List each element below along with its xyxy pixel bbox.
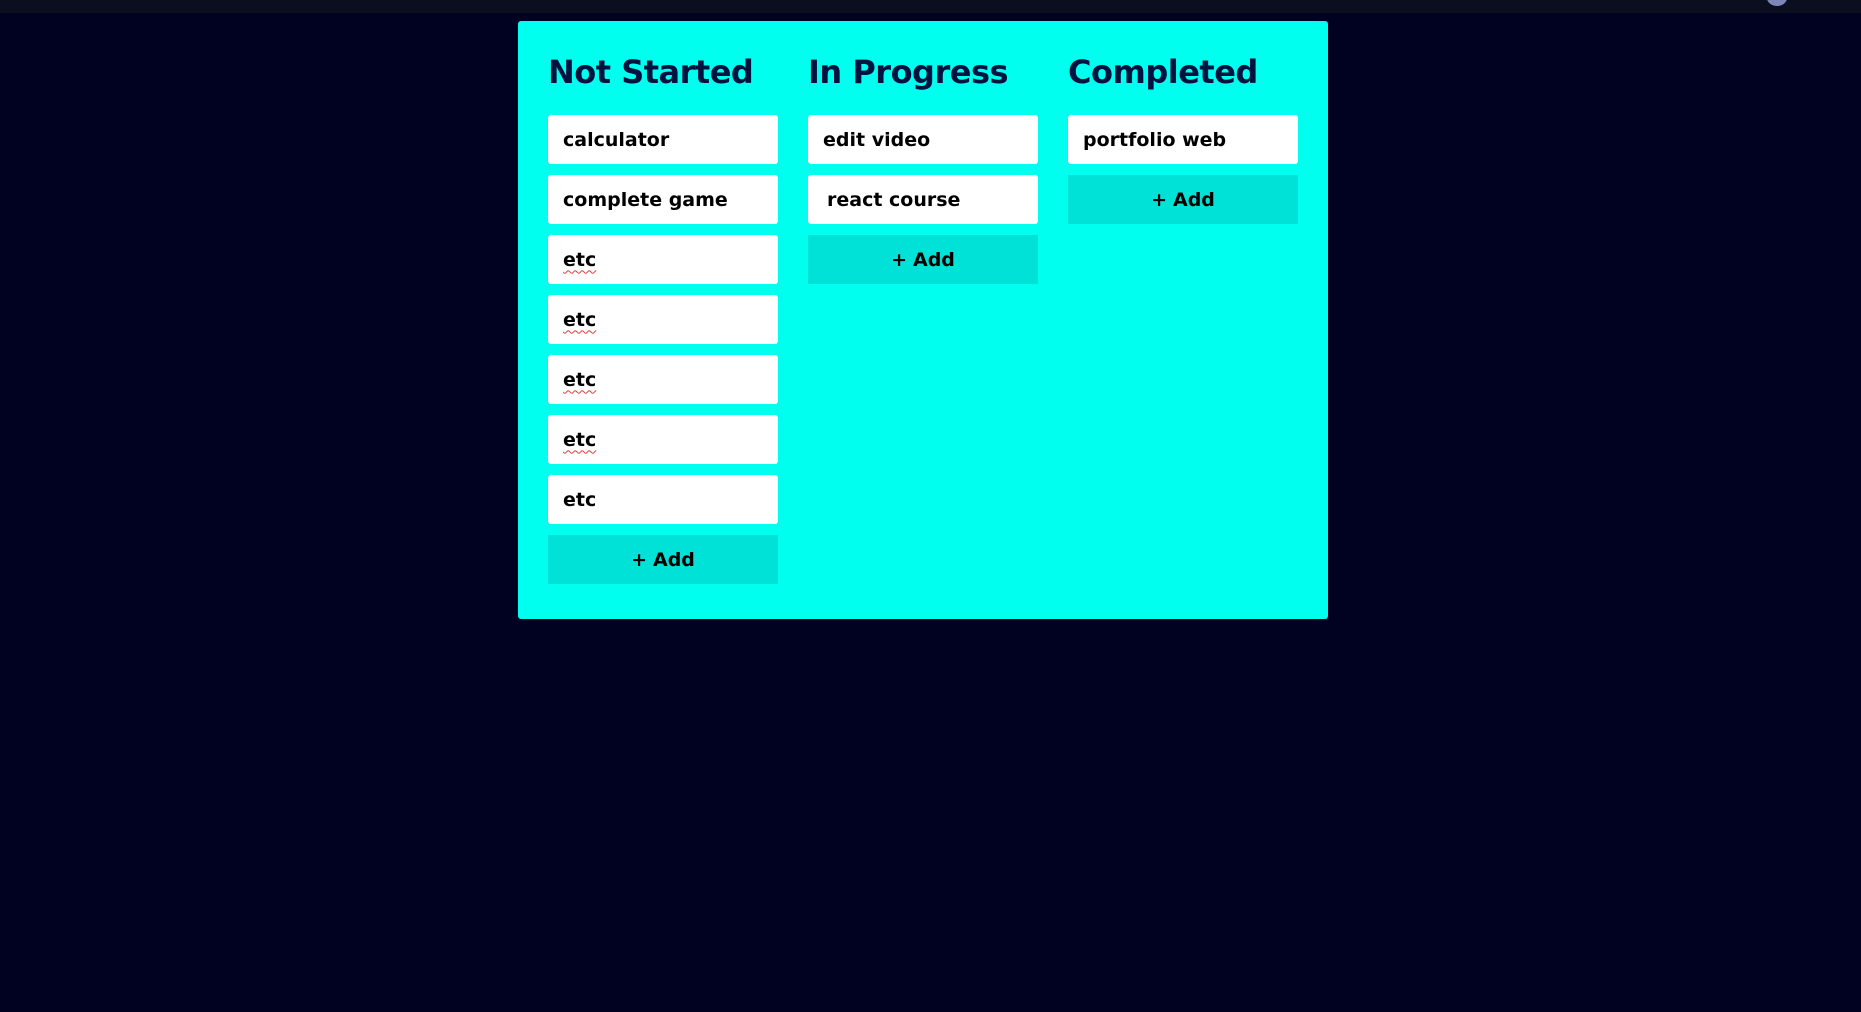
profile-avatar-icon[interactable]	[1767, 0, 1787, 6]
task-card-text: etc	[563, 308, 597, 331]
column-not-started: Not Started calculator complete game etc…	[548, 21, 778, 619]
card-list: portfolio web	[1068, 115, 1298, 164]
add-card-button[interactable]: + Add	[1068, 175, 1298, 224]
add-card-label: Add	[653, 548, 695, 571]
plus-icon: +	[1151, 188, 1167, 211]
column-completed: Completed portfolio web + Add	[1068, 21, 1298, 619]
task-card-text: complete game	[563, 188, 728, 211]
task-card-text: etc	[563, 368, 597, 391]
add-card-button[interactable]: + Add	[808, 235, 1038, 284]
task-card[interactable]: complete game	[548, 175, 778, 224]
task-card[interactable]: etc	[548, 355, 778, 404]
task-card-text: etc	[563, 488, 597, 511]
task-card[interactable]: react course	[808, 175, 1038, 224]
task-card[interactable]: etc	[548, 295, 778, 344]
task-card-text: portfolio web	[1083, 128, 1227, 151]
task-card[interactable]: etc	[548, 235, 778, 284]
plus-icon: +	[631, 548, 647, 571]
task-card-text: etc	[563, 428, 597, 451]
plus-icon: +	[891, 248, 907, 271]
task-card[interactable]: edit video	[808, 115, 1038, 164]
task-card[interactable]: etc	[548, 415, 778, 464]
task-card-text: edit video	[823, 128, 931, 151]
task-card[interactable]: portfolio web	[1068, 115, 1298, 164]
browser-top-bar	[0, 0, 1861, 13]
task-card-text: react course	[827, 188, 961, 211]
add-card-label: Add	[1173, 188, 1215, 211]
task-card[interactable]: etc	[548, 475, 778, 524]
card-list: edit video react course	[808, 115, 1038, 224]
column-in-progress: In Progress edit video react course + Ad…	[808, 21, 1038, 619]
add-card-label: Add	[913, 248, 955, 271]
column-title: In Progress	[808, 53, 1009, 91]
kanban-board: Not Started calculator complete game etc…	[518, 21, 1328, 619]
add-card-button[interactable]: + Add	[548, 535, 778, 584]
task-card[interactable]: calculator	[548, 115, 778, 164]
card-list: calculator complete game etc etc etc etc…	[548, 115, 778, 524]
task-card-text: etc	[563, 248, 597, 271]
task-card-text: calculator	[563, 128, 670, 151]
column-title: Not Started	[548, 53, 754, 91]
column-title: Completed	[1068, 53, 1258, 91]
